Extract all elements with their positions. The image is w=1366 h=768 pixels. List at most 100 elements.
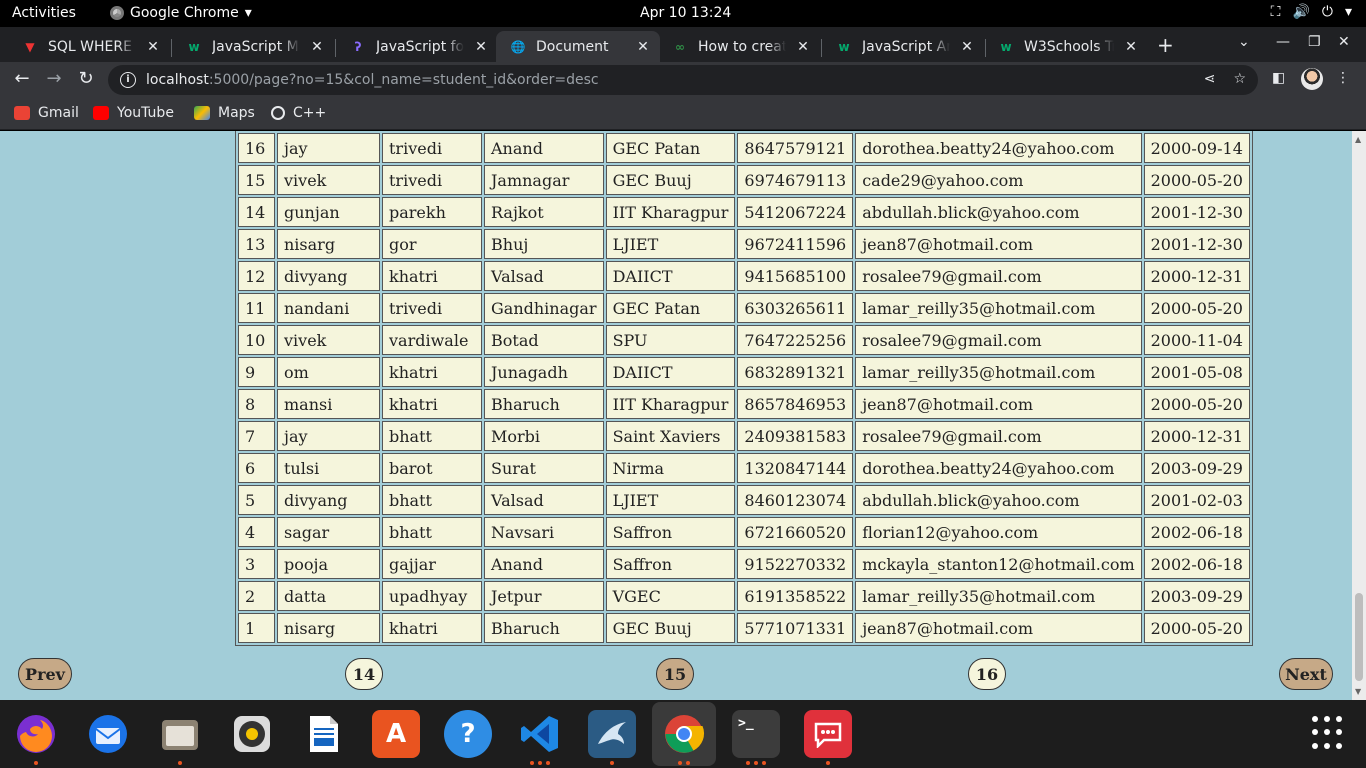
table-cell: 2003-09-29 <box>1143 581 1250 611</box>
table-cell: 2002-06-18 <box>1143 549 1250 579</box>
table-cell: 15 <box>238 165 275 195</box>
table-cell: gajjar <box>382 549 482 579</box>
close-window-icon[interactable]: ✕ <box>1338 34 1350 50</box>
site-info-icon[interactable]: i <box>120 72 136 88</box>
table-cell: rosalee79@gmail.com <box>855 261 1142 291</box>
system-tray[interactable]: ⛶ 🔊 ⏻ ▾ <box>1271 4 1352 20</box>
bookmark-gmail[interactable]: Gmail <box>14 105 79 121</box>
activities-button[interactable]: Activities <box>12 5 76 21</box>
page-15-button[interactable]: 15 <box>656 658 694 690</box>
chat-icon[interactable] <box>804 710 852 758</box>
tab-javascript-arr[interactable]: w JavaScript Arr ✕ <box>822 31 984 62</box>
new-tab-button[interactable]: + <box>1157 33 1174 57</box>
close-tab-icon[interactable]: ✕ <box>472 39 490 55</box>
clock[interactable]: Apr 10 13:24 <box>640 5 731 21</box>
table-cell: 2001-12-30 <box>1143 197 1250 227</box>
forward-arrow-icon[interactable]: → <box>42 68 66 89</box>
table-cell: 8657846953 <box>737 389 854 419</box>
close-tab-icon[interactable]: ✕ <box>308 39 326 55</box>
table-cell: Anand <box>484 133 604 163</box>
mysql-workbench-icon[interactable] <box>588 710 636 758</box>
writer-icon[interactable] <box>300 710 348 758</box>
chrome-icon[interactable] <box>652 702 716 766</box>
help-icon[interactable]: ? <box>444 710 492 758</box>
terminal-icon[interactable]: >_ <box>732 710 780 758</box>
share-icon[interactable]: ⋖ <box>1204 71 1216 87</box>
next-button[interactable]: Next <box>1279 658 1333 690</box>
minimize-icon[interactable]: — <box>1276 34 1290 50</box>
bookmark-star-icon[interactable]: ☆ <box>1233 71 1246 87</box>
table-cell: 2003-09-29 <box>1143 453 1250 483</box>
restore-icon[interactable]: ❐ <box>1308 34 1321 50</box>
tab-w3schools-try[interactable]: w W3Schools Try ✕ <box>984 31 1148 62</box>
reload-icon[interactable]: ↻ <box>74 68 98 89</box>
table-cell: divyang <box>277 485 380 515</box>
tab-javascript-for[interactable]: ʔ JavaScript for ✕ <box>336 31 498 62</box>
table-cell: bhatt <box>382 485 482 515</box>
kebab-menu-icon[interactable]: ⋮ <box>1336 70 1350 86</box>
bookmark-youtube[interactable]: YouTube <box>93 105 174 121</box>
page-viewport[interactable]: 16 jay trivedi Anand GEC Patan 8647579121 doro… <box>0 131 1366 700</box>
table-cell: 7647225256 <box>737 325 854 355</box>
side-panel-icon[interactable]: ◧ <box>1272 70 1285 86</box>
vscode-icon[interactable] <box>516 710 564 758</box>
bookmark-label: Gmail <box>38 105 79 121</box>
tab-title: JavaScript Arr <box>862 38 950 55</box>
page-16-button[interactable]: 16 <box>968 658 1006 690</box>
back-arrow-icon[interactable]: ← <box>10 68 34 89</box>
app-menu-label: Google Chrome <box>130 5 239 21</box>
scroll-down-icon[interactable]: ▼ <box>1355 687 1361 696</box>
table-cell: 1320847144 <box>737 453 854 483</box>
tab-search-chevron-icon[interactable]: ⌄ <box>1238 34 1250 50</box>
table-cell: bhatt <box>382 421 482 451</box>
app-menu[interactable]: Google Chrome ▾ <box>110 5 252 21</box>
power-icon: ⏻ <box>1321 4 1333 20</box>
page-14-button[interactable]: 14 <box>345 658 383 690</box>
tab-document[interactable]: 🌐 Document ✕ <box>496 31 660 62</box>
profile-avatar[interactable] <box>1301 68 1323 90</box>
close-tab-icon[interactable]: ✕ <box>1122 39 1140 55</box>
table-cell: Bhuj <box>484 229 604 259</box>
table-row: 6 tulsi barot Surat Nirma 1320847144 dorothea.… <box>238 453 1250 483</box>
table-cell: 2000-12-31 <box>1143 261 1250 291</box>
table-cell: nandani <box>277 293 380 323</box>
table-cell: mansi <box>277 389 380 419</box>
table-cell: 2000-12-31 <box>1143 421 1250 451</box>
ubuntu-dock: A ? >_ <box>0 700 1366 768</box>
tab-title: W3Schools Try <box>1024 38 1114 55</box>
table-cell: Botad <box>484 325 604 355</box>
firefox-icon[interactable] <box>12 710 60 758</box>
scrollbar-thumb[interactable] <box>1355 593 1363 681</box>
table-cell: 10 <box>238 325 275 355</box>
tab-how-to-create[interactable]: ∞ How to create ✕ <box>658 31 820 62</box>
rhythmbox-icon[interactable] <box>228 710 276 758</box>
close-tab-icon[interactable]: ✕ <box>958 39 976 55</box>
tab-sql-where[interactable]: ▼ SQL WHERE - j ✕ <box>8 31 170 62</box>
maps-icon <box>194 106 210 120</box>
close-tab-icon[interactable]: ✕ <box>634 39 652 55</box>
address-bar[interactable]: i localhost:5000/page?no=15&col_name=stu… <box>108 65 1258 95</box>
page-scrollbar[interactable]: ▲ ▼ <box>1352 131 1366 700</box>
table-cell: VGEC <box>605 581 736 611</box>
bookmark-cpp[interactable]: C++ <box>271 105 326 121</box>
table-cell: 11 <box>238 293 275 323</box>
software-icon[interactable]: A <box>372 710 420 758</box>
table-cell: IIT Kharagpur <box>605 197 736 227</box>
table-cell: DAIICT <box>605 357 736 387</box>
table-cell: vardiwale <box>382 325 482 355</box>
table-cell: Valsad <box>484 485 604 515</box>
table-cell: 2000-11-04 <box>1143 325 1250 355</box>
tab-title: Document <box>536 38 609 55</box>
close-tab-icon[interactable]: ✕ <box>144 39 162 55</box>
table-cell: abdullah.blick@yahoo.com <box>855 485 1142 515</box>
close-tab-icon[interactable]: ✕ <box>794 39 812 55</box>
tab-javascript-map[interactable]: w JavaScript Ma ✕ <box>172 31 334 62</box>
table-cell: Gandhinagar <box>484 293 604 323</box>
bookmark-maps[interactable]: Maps <box>194 105 255 121</box>
files-icon[interactable] <box>156 710 204 758</box>
prev-button[interactable]: Prev <box>18 658 72 690</box>
thunderbird-icon[interactable] <box>84 710 132 758</box>
show-applications-icon[interactable] <box>1312 716 1346 750</box>
scroll-up-icon[interactable]: ▲ <box>1355 135 1361 144</box>
table-row: 4 sagar bhatt Navsari Saffron 6721660520 flori… <box>238 517 1250 547</box>
